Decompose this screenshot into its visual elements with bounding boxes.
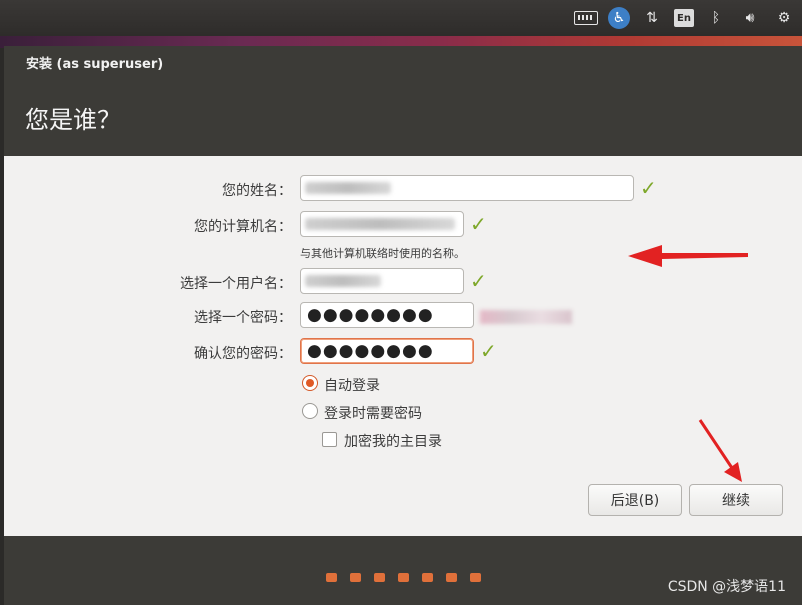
top-panel: ♿ ⇅ En ᛒ 🔊︎ ⚙ (0, 0, 802, 36)
confirm-password-label: 确认您的密码： (194, 346, 292, 362)
name-label: 您的姓名： (222, 183, 292, 199)
encrypt-home-checkbox[interactable] (322, 432, 337, 447)
progress-step-dot (446, 573, 457, 582)
require-password-label[interactable]: 登录时需要密码 (324, 403, 422, 423)
progress-step-dot (374, 573, 385, 582)
password-dots: ●●●●●●●● (307, 305, 434, 325)
progress-dots (326, 573, 481, 582)
name-field[interactable] (300, 175, 634, 201)
require-password-radio[interactable] (302, 403, 318, 419)
confirm-password-field[interactable]: ●●●●●●●● (300, 338, 474, 364)
back-button[interactable]: 后退(B) (588, 484, 682, 516)
continue-button[interactable]: 继续 (689, 484, 783, 516)
annotation-arrow-continue (698, 419, 742, 482)
keyboard-icon[interactable] (574, 7, 598, 29)
annotation-arrow-hint (628, 245, 748, 267)
username-field[interactable] (300, 268, 464, 294)
window-header: 安装 (as superuser) 您是谁？ (4, 46, 802, 156)
auto-login-label[interactable]: 自动登录 (324, 375, 380, 395)
password-field[interactable]: ●●●●●●●● (300, 302, 474, 328)
auto-login-radio[interactable] (302, 375, 318, 391)
computer-name-hint: 与其他计算机联络时使用的名称。 (300, 247, 465, 260)
redacted-username (305, 275, 381, 287)
network-icon[interactable]: ⇅ (640, 7, 664, 29)
redacted-computer-name (305, 218, 455, 230)
computer-name-label: 您的计算机名： (194, 219, 292, 235)
settings-icon[interactable]: ⚙ (772, 7, 796, 29)
confirm-password-valid-check-icon: ✓ (480, 339, 497, 363)
user-setup-form: 您的姓名： ✓ 您的计算机名： ✓ 与其他计算机联络时使用的名称。 选择一个用户… (4, 156, 802, 536)
volume-icon[interactable]: 🔊︎ (738, 7, 762, 29)
bluetooth-icon[interactable]: ᛒ (704, 7, 728, 29)
accessibility-icon[interactable]: ♿ (608, 7, 630, 29)
username-label: 选择一个用户名： (180, 276, 292, 292)
password-strength-redacted (480, 310, 572, 324)
progress-step-dot (326, 573, 337, 582)
installer-footer: CSDN @浅梦语11 (4, 536, 802, 605)
name-valid-check-icon: ✓ (640, 176, 657, 200)
progress-step-dot (350, 573, 361, 582)
page-title: 您是谁？ (25, 106, 121, 134)
password-label: 选择一个密码： (194, 310, 292, 326)
progress-step-dot (470, 573, 481, 582)
input-method-icon[interactable]: En (674, 9, 694, 27)
confirm-password-dots: ●●●●●●●● (307, 341, 434, 361)
redacted-name (305, 182, 391, 194)
window-title: 安装 (as superuser) (26, 57, 164, 72)
computer-name-valid-check-icon: ✓ (470, 212, 487, 236)
encrypt-home-label[interactable]: 加密我的主目录 (344, 431, 442, 451)
username-valid-check-icon: ✓ (470, 269, 487, 293)
progress-step-dot (422, 573, 433, 582)
computer-name-field[interactable] (300, 211, 464, 237)
progress-step-dot (398, 573, 409, 582)
watermark: CSDN @浅梦语11 (667, 579, 786, 595)
system-tray: ♿ ⇅ En ᛒ 🔊︎ ⚙ (574, 7, 796, 29)
